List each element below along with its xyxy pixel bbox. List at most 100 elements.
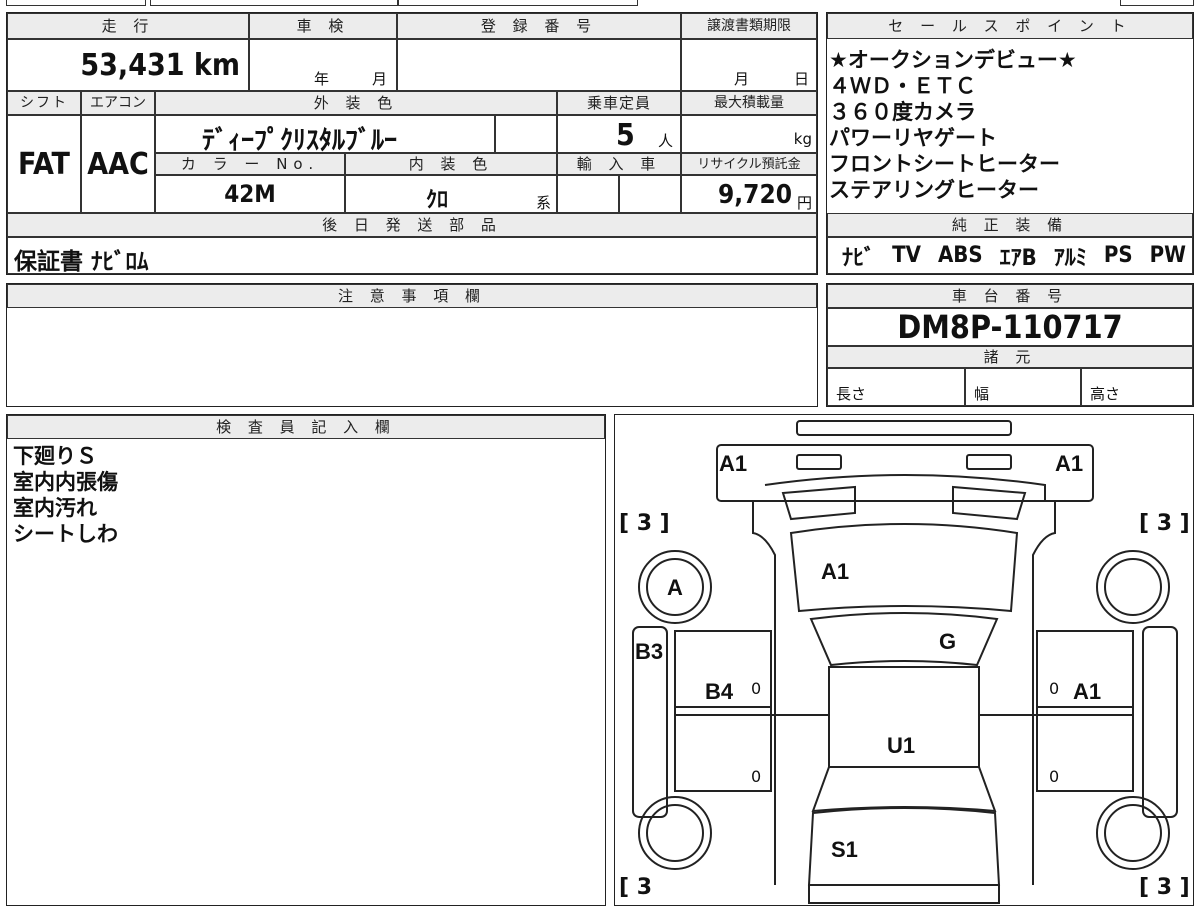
- equipment-item: TV: [892, 243, 921, 268]
- right-rear-wheel-inner: [1104, 804, 1162, 862]
- registration-cell: [397, 39, 681, 91]
- interior-color-value: ｸﾛ: [426, 188, 449, 213]
- sales-point-line: ステアリングヒーター: [829, 178, 1039, 202]
- standard-equipment-row: ﾅﾋﾞ TV ABS ｴｱB ｱﾙﾐ PS PW: [827, 237, 1193, 274]
- chassis-header: 車 台 番 号: [827, 284, 1193, 308]
- inspector-note: シートしわ: [13, 522, 118, 546]
- mileage-cell: 53,431 km: [7, 39, 249, 91]
- door-mark-right-front: 0: [1049, 679, 1060, 698]
- later-parts-value: 保証書 ﾅﾋﾞﾛﾑ: [14, 249, 149, 275]
- capacity-cell: 5 人: [557, 115, 681, 153]
- inspector-note: 室内汚れ: [13, 496, 97, 520]
- aircon-value: AAC: [81, 115, 155, 213]
- front-bumper-shape: [796, 420, 1012, 436]
- hood-top-shape: [764, 474, 1046, 501]
- exterior-extra-cell: [495, 115, 557, 153]
- transfer-deadline-cell: 月 日: [681, 39, 817, 91]
- height-cell: 高さ: [1081, 368, 1193, 406]
- left-rear-wheel-inner: [646, 804, 704, 862]
- caution-header: 注 意 事 項 欄: [7, 284, 817, 308]
- length-label: 長さ: [836, 385, 867, 403]
- transfer-day-label: 日: [794, 70, 810, 88]
- sales-points-list: ★オークションデビュー★ ４ＷＤ・ＥＴＣ ３６０度カメラ パワーリヤゲート フロ…: [829, 47, 1191, 213]
- left-mirror-shape: [781, 485, 856, 521]
- inspector-note: 下廻りＳ: [13, 444, 97, 468]
- import-cell-a: [557, 175, 619, 213]
- shift-value: FAT: [7, 115, 81, 213]
- sales-points-header: セ ー ル ス ポ イ ン ト: [827, 13, 1193, 39]
- inspection-year-label: 年: [314, 70, 330, 88]
- damage-label-front-left: A1: [719, 451, 748, 476]
- sales-point-line: ★オークションデビュー★: [829, 48, 1077, 72]
- damage-label-windshield: G: [939, 629, 957, 654]
- left-rear-wheel-shape: [638, 796, 712, 870]
- sales-points-panel: セ ー ル ス ポ イ ン ト ★オークションデビュー★ ４ＷＤ・ＥＴＣ ３６０…: [826, 12, 1194, 275]
- exterior-color-header: 外 装 色: [155, 91, 557, 115]
- caution-panel: 注 意 事 項 欄: [6, 283, 818, 407]
- recycle-fee-header: リサイクル預託金: [681, 153, 817, 175]
- tire-grade-right-rear: [ 3 ]: [1139, 875, 1190, 900]
- sales-point-line: ３６０度カメラ: [829, 100, 976, 124]
- max-load-header: 最大積載量: [681, 91, 817, 115]
- spec-header: 諸 元: [827, 346, 1193, 368]
- transfer-month-label: 月: [734, 70, 750, 88]
- inspector-header: 検 査 員 記 入 欄: [7, 415, 605, 439]
- mileage-header: 走 行: [7, 13, 249, 39]
- shift-header: シフト: [7, 91, 81, 115]
- windshield-shape: [809, 612, 999, 667]
- inspector-note: 室内内張傷: [13, 470, 118, 494]
- interior-suffix: 系: [536, 194, 552, 212]
- transfer-deadline-header: 譲渡書類期限: [681, 13, 817, 39]
- right-headlight-shape: [966, 454, 1012, 470]
- sales-point-line: ４ＷＤ・ＥＴＣ: [829, 74, 976, 98]
- later-parts-header: 後 日 発 送 部 品: [7, 213, 817, 237]
- inspection-month-label: 月: [372, 70, 388, 88]
- later-parts-cell: 保証書 ﾅﾋﾞﾛﾑ: [7, 237, 817, 275]
- registration-header: 登 録 番 号: [397, 13, 681, 39]
- damage-label-hood: A1: [821, 559, 850, 584]
- tire-grade-left-front: [ 3 ]: [619, 511, 670, 536]
- equipment-item: ﾅﾋﾞ: [842, 245, 876, 271]
- right-front-wheel-shape: [1096, 550, 1170, 624]
- length-cell: 長さ: [827, 368, 965, 406]
- width-cell: 幅: [965, 368, 1081, 406]
- exterior-color-value: ﾃﾞｨｰﾌﾟｸﾘｽﾀﾙﾌﾞﾙｰ: [202, 126, 398, 156]
- car-damage-map: A1 A1 A1 G A B3 B4 A1 U1 S1 [ 3 ] [ 3 ] …: [614, 414, 1194, 906]
- inspection-header: 車 検: [249, 13, 397, 39]
- mileage-value: 53,431: [80, 48, 185, 83]
- inspection-cell: 年 月: [249, 39, 397, 91]
- damage-label-left-front-fender: B3: [635, 639, 664, 664]
- damage-label-right-front-door: A1: [1073, 679, 1102, 704]
- sales-point-line: パワーリヤゲート: [829, 126, 997, 150]
- top-stub-row: [0, 0, 818, 8]
- vehicle-info-form: 走 行 車 検 登 録 番 号 譲渡書類期限 53,431 km 年 月 月 日…: [6, 12, 818, 275]
- color-no-value: 42M: [155, 175, 345, 213]
- right-side-bar-shape: [1142, 626, 1178, 818]
- import-cell-b: [619, 175, 681, 213]
- equipment-item: ｴｱB: [999, 245, 1037, 271]
- damage-label-front-right: A1: [1055, 451, 1084, 476]
- interior-color-header: 内 装 色: [345, 153, 557, 175]
- capacity-unit: 人: [658, 132, 674, 150]
- damage-label-left-front-wheel: A: [667, 575, 683, 600]
- equipment-item: PS: [1103, 243, 1133, 268]
- recycle-fee-cell: 9,720 円: [681, 175, 817, 213]
- damage-label-roof: U1: [887, 733, 916, 758]
- front-panel-shape: [716, 444, 1094, 502]
- right-rear-wheel-shape: [1096, 796, 1170, 870]
- interior-color-cell: ｸﾛ 系: [345, 175, 557, 213]
- damage-label-rear: S1: [831, 837, 858, 862]
- mileage-unit: km: [193, 48, 240, 83]
- recycle-fee-unit: 円: [796, 194, 812, 212]
- chassis-number: DM8P-110717: [827, 308, 1193, 346]
- tire-grade-right-front: [ 3 ]: [1139, 511, 1190, 536]
- aircon-header: エアコン: [81, 91, 155, 115]
- exterior-color-cell: ﾃﾞｨｰﾌﾟｸﾘｽﾀﾙﾌﾞﾙｰ: [155, 115, 495, 156]
- capacity-value: 5: [616, 118, 635, 153]
- height-label: 高さ: [1090, 385, 1121, 403]
- width-label: 幅: [974, 385, 990, 403]
- inspector-panel: 検 査 員 記 入 欄 下廻りＳ 室内内張傷 室内汚れ シートしわ: [6, 414, 606, 906]
- recycle-fee-value: 9,720: [718, 180, 792, 210]
- equipment-item: ABS: [937, 243, 983, 268]
- equipment-item: ｱﾙﾐ: [1053, 245, 1087, 271]
